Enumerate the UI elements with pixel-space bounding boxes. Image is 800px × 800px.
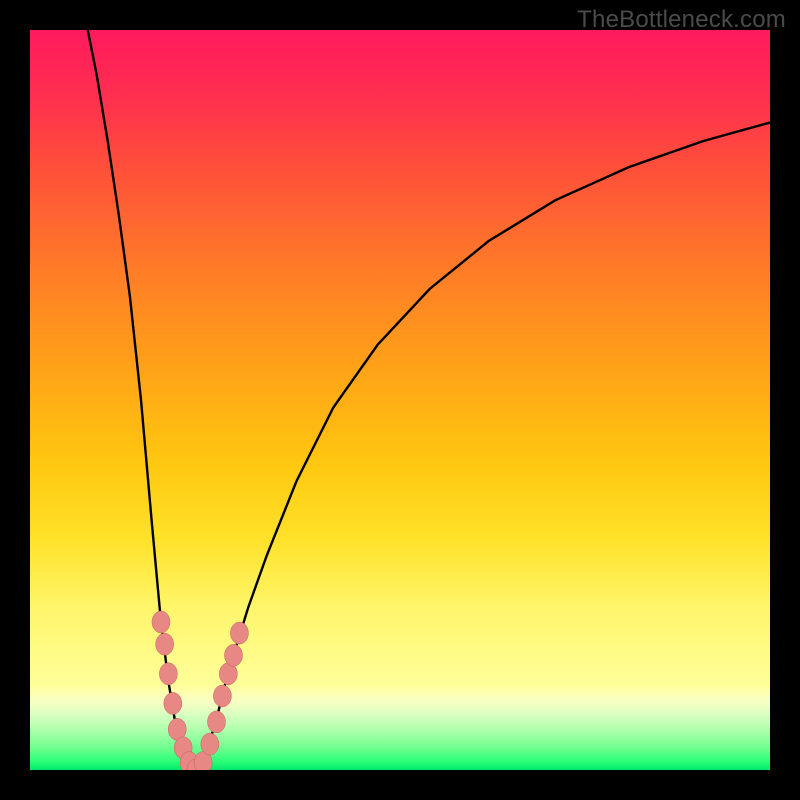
outer-frame: TheBottleneck.com [0,0,800,800]
watermark-text: TheBottleneck.com [577,6,786,34]
data-point-dot [225,644,243,666]
data-point-dot [213,685,231,707]
chart-svg [30,30,770,770]
data-point-dot [164,692,182,714]
bottleneck-curve [88,30,770,770]
data-point-dot [201,733,219,755]
data-point-dot [156,633,174,655]
data-point-dot [159,663,177,685]
data-point-dot [152,611,170,633]
highlighted-dots-group [152,611,248,770]
data-point-dot [230,622,248,644]
data-point-dot [207,711,225,733]
plot-area [30,30,770,770]
